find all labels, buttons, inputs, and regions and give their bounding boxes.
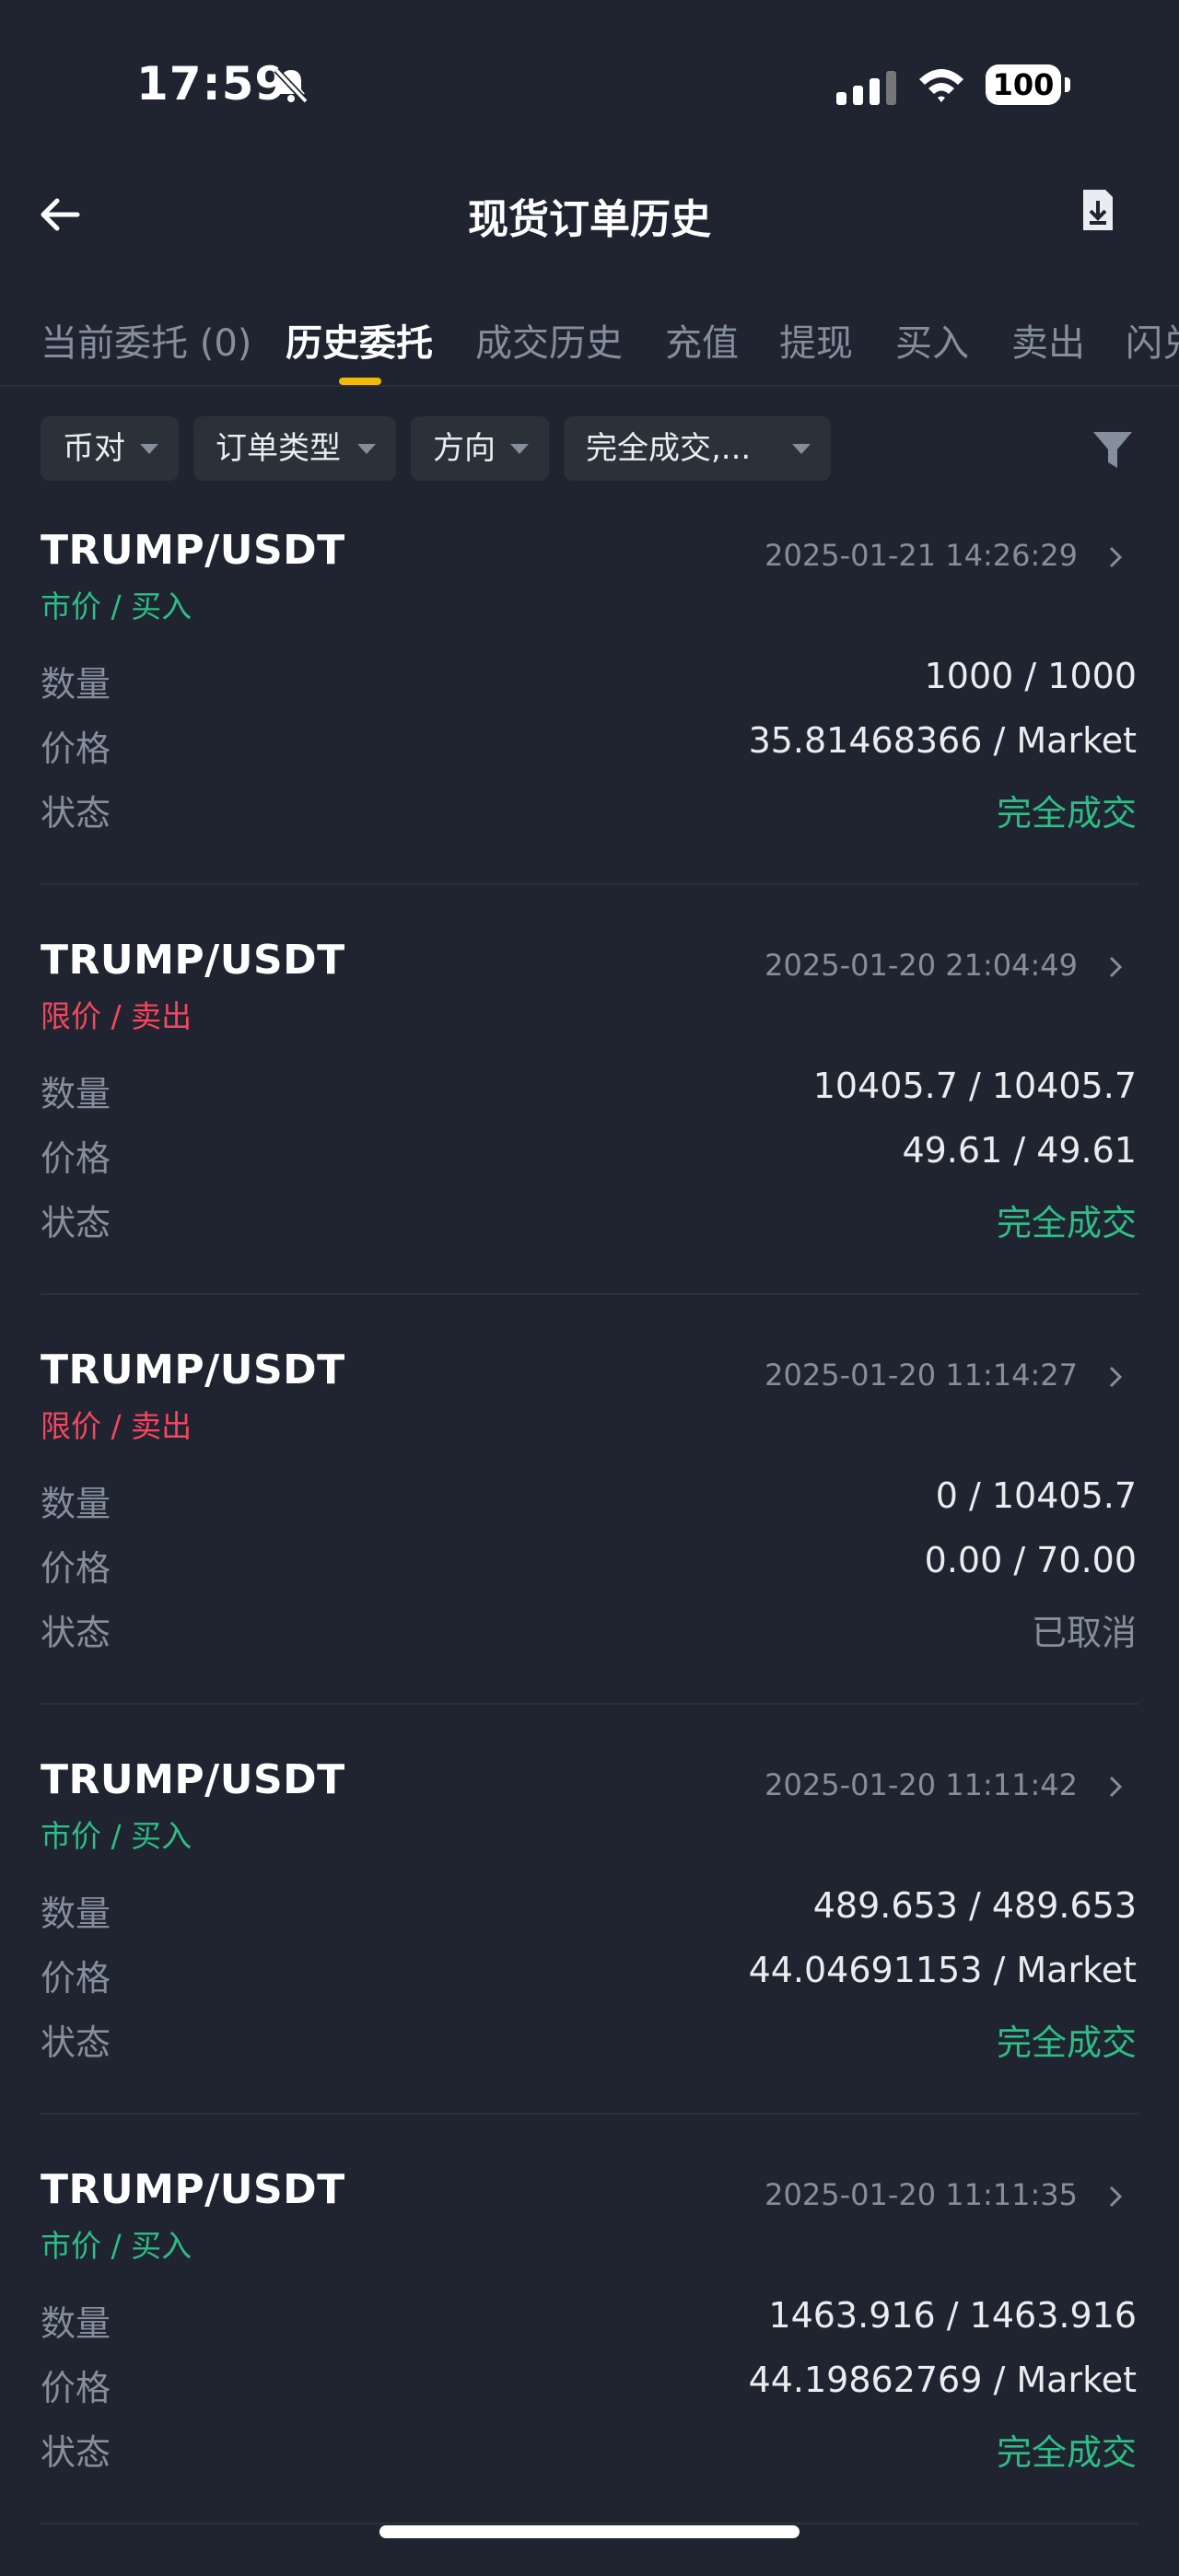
wifi-icon: [919, 69, 963, 102]
order-type: 限价 / 卖出: [41, 998, 193, 1034]
price-label: 价格: [41, 1548, 111, 1589]
order-divider: [41, 1703, 1138, 1705]
bell-muted-icon: [274, 67, 309, 104]
price-value: 35.81468366 / Market: [748, 720, 1137, 761]
tab-convert[interactable]: 闪兑: [1126, 313, 1179, 367]
order-datetime: 2025-01-20 11:11:35: [765, 2177, 1078, 2212]
filter-order-type[interactable]: 订单类型: [193, 416, 396, 481]
qty-label: 数量: [41, 1074, 111, 1114]
qty-label: 数量: [41, 1484, 111, 1524]
order-divider: [41, 2113, 1138, 2115]
price-label: 价格: [41, 2368, 111, 2408]
order-pair: TRUMP/USDT: [41, 527, 345, 574]
price-value: 44.19862769 / Market: [748, 2360, 1137, 2400]
status-value: 完全成交: [996, 2022, 1137, 2063]
order-pair: TRUMP/USDT: [41, 2166, 345, 2213]
qty-value: 10405.7 / 10405.7: [812, 1066, 1137, 1106]
status-label: 状态: [41, 793, 111, 833]
order-datetime: 2025-01-21 14:26:29: [765, 538, 1078, 573]
qty-label: 数量: [41, 2303, 111, 2344]
order-card[interactable]: TRUMP/USDT 限价 / 卖出 2025-01-20 21:04:49 数…: [0, 937, 1179, 1346]
order-card[interactable]: TRUMP/USDT 限价 / 卖出 2025-01-20 11:14:27 数…: [0, 1346, 1179, 1756]
price-label: 价格: [41, 1138, 111, 1179]
price-value: 44.04691153 / Market: [748, 1950, 1137, 1990]
caret-down-icon: [357, 444, 376, 454]
order-pair: TRUMP/USDT: [41, 1346, 345, 1393]
active-tab-indicator: [339, 378, 381, 385]
qty-value: 1463.916 / 1463.916: [768, 2295, 1137, 2336]
home-indicator[interactable]: [379, 2525, 800, 2538]
price-value: 49.61 / 49.61: [902, 1130, 1137, 1171]
status-bar: 17:59 100: [0, 0, 1179, 166]
qty-label: 数量: [41, 664, 111, 705]
order-datetime: 2025-01-20 21:04:49: [765, 948, 1078, 983]
order-divider: [41, 2523, 1138, 2524]
filter-pair-label: 币对: [63, 430, 125, 467]
order-pair: TRUMP/USDT: [41, 1756, 345, 1803]
order-type: 市价 / 买入: [41, 2228, 193, 2264]
qty-value: 489.653 / 489.653: [812, 1885, 1137, 1926]
status-label: 状态: [41, 1613, 111, 1653]
caret-down-icon: [510, 444, 529, 454]
status-value: 完全成交: [996, 1203, 1137, 1243]
caret-down-icon: [140, 444, 158, 454]
tab-open-orders[interactable]: 当前委托 (0): [41, 313, 251, 367]
caret-down-icon: [792, 444, 811, 454]
status-value: 完全成交: [996, 2432, 1137, 2473]
order-divider: [41, 883, 1138, 885]
tab-deposit[interactable]: 充值: [665, 313, 739, 367]
qty-value: 0 / 10405.7: [935, 1475, 1137, 1516]
filter-order-type-label: 订单类型: [216, 430, 341, 467]
chevron-right-icon[interactable]: [1107, 1775, 1124, 1799]
status-label: 状态: [41, 2022, 111, 2063]
app-header: 现货订单历史: [0, 166, 1179, 258]
order-tabs: 当前委托 (0) 历史委托 成交历史 充值 提现 买入 卖出 闪兑: [0, 304, 1179, 387]
order-type: 限价 / 卖出: [41, 1408, 193, 1444]
status-label: 状态: [41, 2432, 111, 2473]
tab-order-history[interactable]: 历史委托: [286, 313, 433, 367]
order-card[interactable]: TRUMP/USDT 市价 / 买入 2025-01-21 14:26:29 数…: [0, 527, 1179, 937]
order-type: 市价 / 买入: [41, 589, 193, 624]
filter-funnel-icon[interactable]: [1091, 429, 1135, 472]
price-label: 价格: [41, 1958, 111, 1999]
price-label: 价格: [41, 729, 111, 769]
status-value: 完全成交: [996, 793, 1137, 833]
order-card[interactable]: TRUMP/USDT 市价 / 买入 2025-01-20 11:11:35 数…: [0, 2166, 1179, 2576]
order-pair: TRUMP/USDT: [41, 937, 345, 984]
filter-bar: 币对 订单类型 方向 完全成交,...: [0, 416, 1179, 483]
qty-label: 数量: [41, 1894, 111, 1934]
chevron-right-icon[interactable]: [1107, 545, 1124, 569]
order-datetime: 2025-01-20 11:14:27: [765, 1358, 1078, 1393]
filter-status-label: 完全成交,...: [586, 430, 752, 467]
tab-sell[interactable]: 卖出: [1011, 313, 1085, 367]
filter-direction-label: 方向: [433, 430, 496, 467]
filter-status[interactable]: 完全成交,...: [564, 416, 831, 481]
status-value: 已取消: [1031, 1613, 1137, 1653]
tabs-divider: [0, 385, 1179, 387]
order-datetime: 2025-01-20 11:11:42: [765, 1767, 1078, 1802]
battery-indicator: 100: [986, 64, 1070, 109]
tab-buy[interactable]: 买入: [895, 313, 969, 367]
order-card[interactable]: TRUMP/USDT 市价 / 买入 2025-01-20 11:11:42 数…: [0, 1756, 1179, 2166]
tab-withdraw[interactable]: 提现: [779, 313, 853, 367]
battery-level: 100: [986, 64, 1061, 105]
order-type: 市价 / 买入: [41, 1818, 193, 1854]
filter-pair[interactable]: 币对: [41, 416, 179, 481]
cellular-signal-icon: [836, 71, 896, 105]
download-icon[interactable]: [1080, 188, 1116, 234]
page-title: 现货订单历史: [468, 196, 711, 243]
qty-value: 1000 / 1000: [924, 656, 1137, 696]
filter-direction[interactable]: 方向: [411, 416, 549, 481]
price-value: 0.00 / 70.00: [924, 1540, 1137, 1580]
chevron-right-icon[interactable]: [1107, 1365, 1124, 1389]
chevron-right-icon[interactable]: [1107, 955, 1124, 979]
status-time: 17:59: [136, 57, 288, 111]
chevron-right-icon[interactable]: [1107, 2185, 1124, 2209]
order-divider: [41, 1293, 1138, 1295]
tab-trade-history[interactable]: 成交历史: [475, 313, 623, 367]
status-label: 状态: [41, 1203, 111, 1243]
